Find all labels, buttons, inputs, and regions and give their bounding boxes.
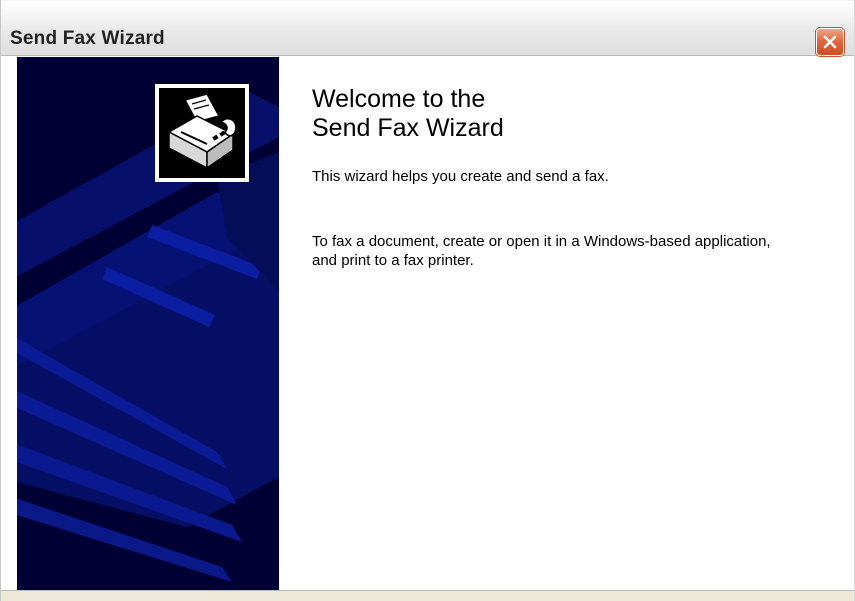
wizard-side-panel [17,57,279,590]
close-button[interactable] [816,28,844,56]
close-icon [823,35,837,49]
wizard-heading: Welcome to the Send Fax Wizard [312,85,504,143]
title-bar[interactable]: Send Fax Wizard [1,0,854,56]
fax-machine-icon [167,93,237,170]
wizard-intro-text: This wizard helps you create and send a … [312,168,609,185]
wizard-button-area [1,590,854,601]
fax-icon-frame [155,84,249,182]
wizard-instructions-text: To fax a document, create or open it in … [312,233,771,269]
wizard-heading-line1: Welcome to the [312,85,486,113]
wizard-heading-line2: Send Fax Wizard [312,114,504,142]
wizard-window: Send Fax Wizard Welcome to the Send Fax … [0,0,855,601]
wizard-content: Welcome to the Send Fax Wizard This wiza… [279,57,854,590]
window-title: Send Fax Wizard [10,28,165,49]
